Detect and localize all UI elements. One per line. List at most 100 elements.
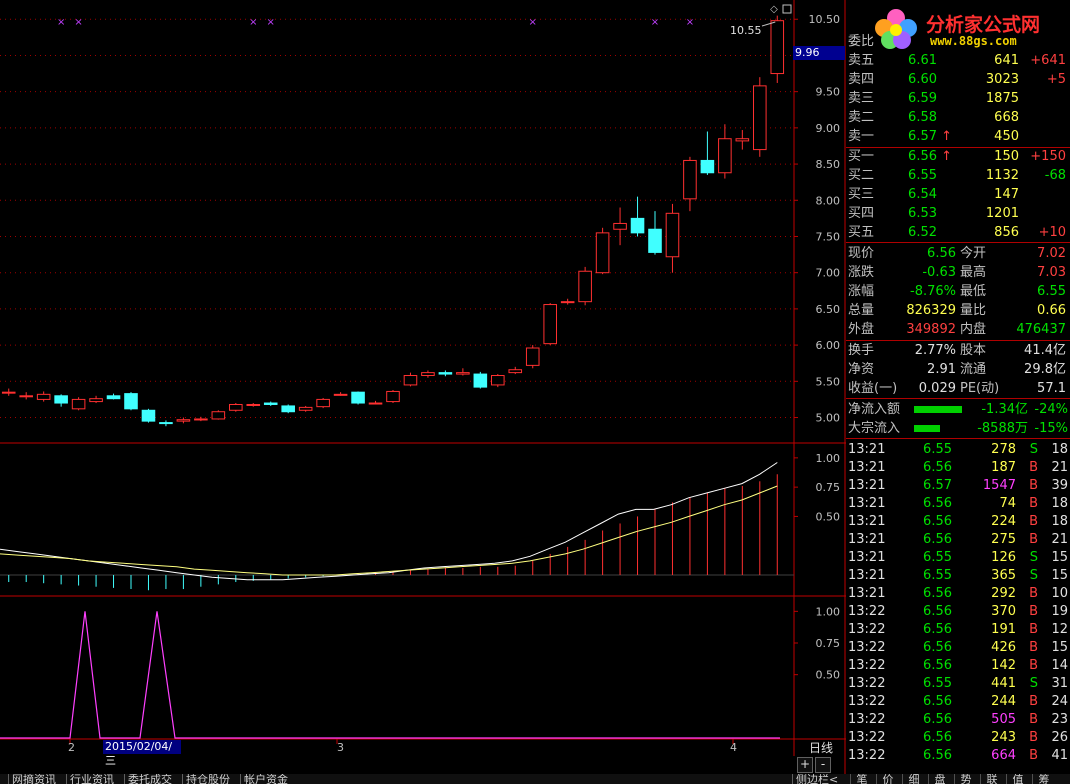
candle-body <box>753 85 767 151</box>
tab-news[interactable]: 网摘资讯 <box>8 774 66 784</box>
tab-industry-news[interactable]: 行业资讯 <box>66 774 124 784</box>
ask-row: 卖二 6.58 668 <box>846 108 1070 127</box>
fundamental-value: 57.1 <box>1037 381 1066 396</box>
tab-orders[interactable]: 委托成交 <box>124 774 182 784</box>
indicator-line <box>0 485 778 576</box>
indicator-line <box>0 462 778 581</box>
ask-change: +641 <box>1030 53 1066 68</box>
ask-price: 6.58 <box>908 110 937 125</box>
flower-icon <box>875 9 917 49</box>
candle <box>368 400 383 405</box>
indicator-tick-label: 0.50 <box>816 510 841 523</box>
bid-volume: 147 <box>994 187 1019 202</box>
candle-body <box>159 422 173 425</box>
sidebar-toggle[interactable]: 侧边栏< <box>792 774 846 784</box>
tick-side: B <box>1029 748 1038 763</box>
quote-label: 涨跌 <box>848 265 875 280</box>
tick-count: 15 <box>1051 640 1068 655</box>
tab-chips[interactable]: 筹 <box>1032 774 1055 784</box>
high-price-marker: 10.55 <box>730 24 762 37</box>
tick-volume: 244 <box>991 694 1016 709</box>
top-marker-icon: × <box>74 17 82 28</box>
candle <box>700 131 715 175</box>
fundamental-value: 0.029 <box>918 381 956 396</box>
fundamental-label: 流通 <box>960 362 987 377</box>
tick-time: 13:22 <box>848 748 886 763</box>
quote-row: 涨幅 -8.76% 最低 6.55 <box>846 282 1070 301</box>
tick-count: 31 <box>1051 676 1068 691</box>
candle <box>491 374 505 388</box>
candle-body <box>613 222 627 230</box>
candle-body <box>333 393 348 396</box>
quote-value: 826329 <box>906 303 956 318</box>
trade-tick-row: 13:21 6.55 278 S 18 <box>846 440 1070 459</box>
candle <box>770 15 785 83</box>
tick-price: 6.55 <box>923 676 952 691</box>
bid-price: 6.55 <box>908 168 937 183</box>
logo-url: www.88gs.com <box>930 34 1017 48</box>
tab-account[interactable]: 帐户资金 <box>240 774 298 784</box>
trade-tick-row: 13:22 6.55 441 S 31 <box>846 674 1070 693</box>
tick-volume: 292 <box>991 586 1016 601</box>
tick-count: 23 <box>1051 712 1068 727</box>
tab-detail[interactable]: 细 <box>902 774 925 784</box>
candle <box>211 410 226 420</box>
tick-side: B <box>1029 460 1038 475</box>
tick-side: B <box>1029 604 1038 619</box>
tab-positions[interactable]: 持仓股份 <box>182 774 240 784</box>
ask-row: 卖一 6.57 ↑ 450 <box>846 127 1070 146</box>
flow-label: 净流入额 <box>848 402 901 417</box>
diamond-icon: ◇ <box>770 4 778 15</box>
divider <box>846 242 1070 243</box>
tick-count: 18 <box>1051 496 1068 511</box>
tab-trend[interactable]: 势 <box>954 774 977 784</box>
candle-body <box>1 391 16 394</box>
price-tick-label: 5.50 <box>816 375 841 388</box>
candle-body <box>770 20 785 75</box>
ask-price: 6.59 <box>908 91 937 106</box>
tab-linked[interactable]: 联 <box>980 774 1003 784</box>
tab-book[interactable]: 盘 <box>928 774 951 784</box>
tick-price: 6.55 <box>923 568 952 583</box>
candle-body <box>543 304 557 345</box>
tick-side: B <box>1029 514 1038 529</box>
candle <box>543 303 557 346</box>
quote-label: 内盘 <box>960 322 987 337</box>
tick-price: 6.55 <box>923 442 952 457</box>
tick-time: 13:21 <box>848 586 886 601</box>
trade-tick-row: 13:21 6.56 292 B 10 <box>846 584 1070 603</box>
bid-price: 6.53 <box>908 206 937 221</box>
tab-value[interactable]: 值 <box>1006 774 1029 784</box>
tab-price[interactable]: 价 <box>876 774 899 784</box>
bid-row: 买四 6.53 1201 <box>846 204 1070 223</box>
tick-volume: 191 <box>991 622 1016 637</box>
chart-area[interactable]: 10.5010.009.509.008.508.007.507.006.506.… <box>0 0 846 784</box>
zoom-out-button[interactable]: - <box>815 757 831 773</box>
quote-value: 0.66 <box>1037 303 1066 318</box>
candle-body <box>491 375 505 386</box>
trade-tick-row: 13:22 6.56 426 B 15 <box>846 638 1070 657</box>
flow-row: 大宗流入 -8588万 -15% <box>846 419 1070 438</box>
tick-count: 14 <box>1051 658 1068 673</box>
tick-price: 6.56 <box>923 622 952 637</box>
fundamental-value: 29.8亿 <box>1024 362 1066 377</box>
tick-time: 13:21 <box>848 442 886 457</box>
tick-price: 6.56 <box>923 532 952 547</box>
candle <box>438 370 453 377</box>
tick-price: 6.56 <box>923 748 952 763</box>
period-selector[interactable]: 日线 <box>797 740 845 756</box>
window-toggle-icon <box>782 4 792 14</box>
cursor-date-box: 2015/02/04/三 <box>103 740 181 767</box>
tick-time: 13:21 <box>848 478 886 493</box>
ask-label: 卖四 <box>848 72 875 87</box>
tick-time: 13:21 <box>848 496 886 511</box>
top-marker-icon: × <box>686 17 694 28</box>
tick-time: 13:22 <box>848 658 886 673</box>
zoom-in-button[interactable]: + <box>797 757 813 773</box>
trade-tick-row: 13:22 6.56 664 B 41 <box>846 746 1070 765</box>
tab-trades[interactable]: 笔 <box>850 774 873 784</box>
tick-side: S <box>1029 568 1038 583</box>
tick-time: 13:22 <box>848 730 886 745</box>
candle <box>735 130 750 150</box>
quote-label: 今开 <box>960 246 987 261</box>
